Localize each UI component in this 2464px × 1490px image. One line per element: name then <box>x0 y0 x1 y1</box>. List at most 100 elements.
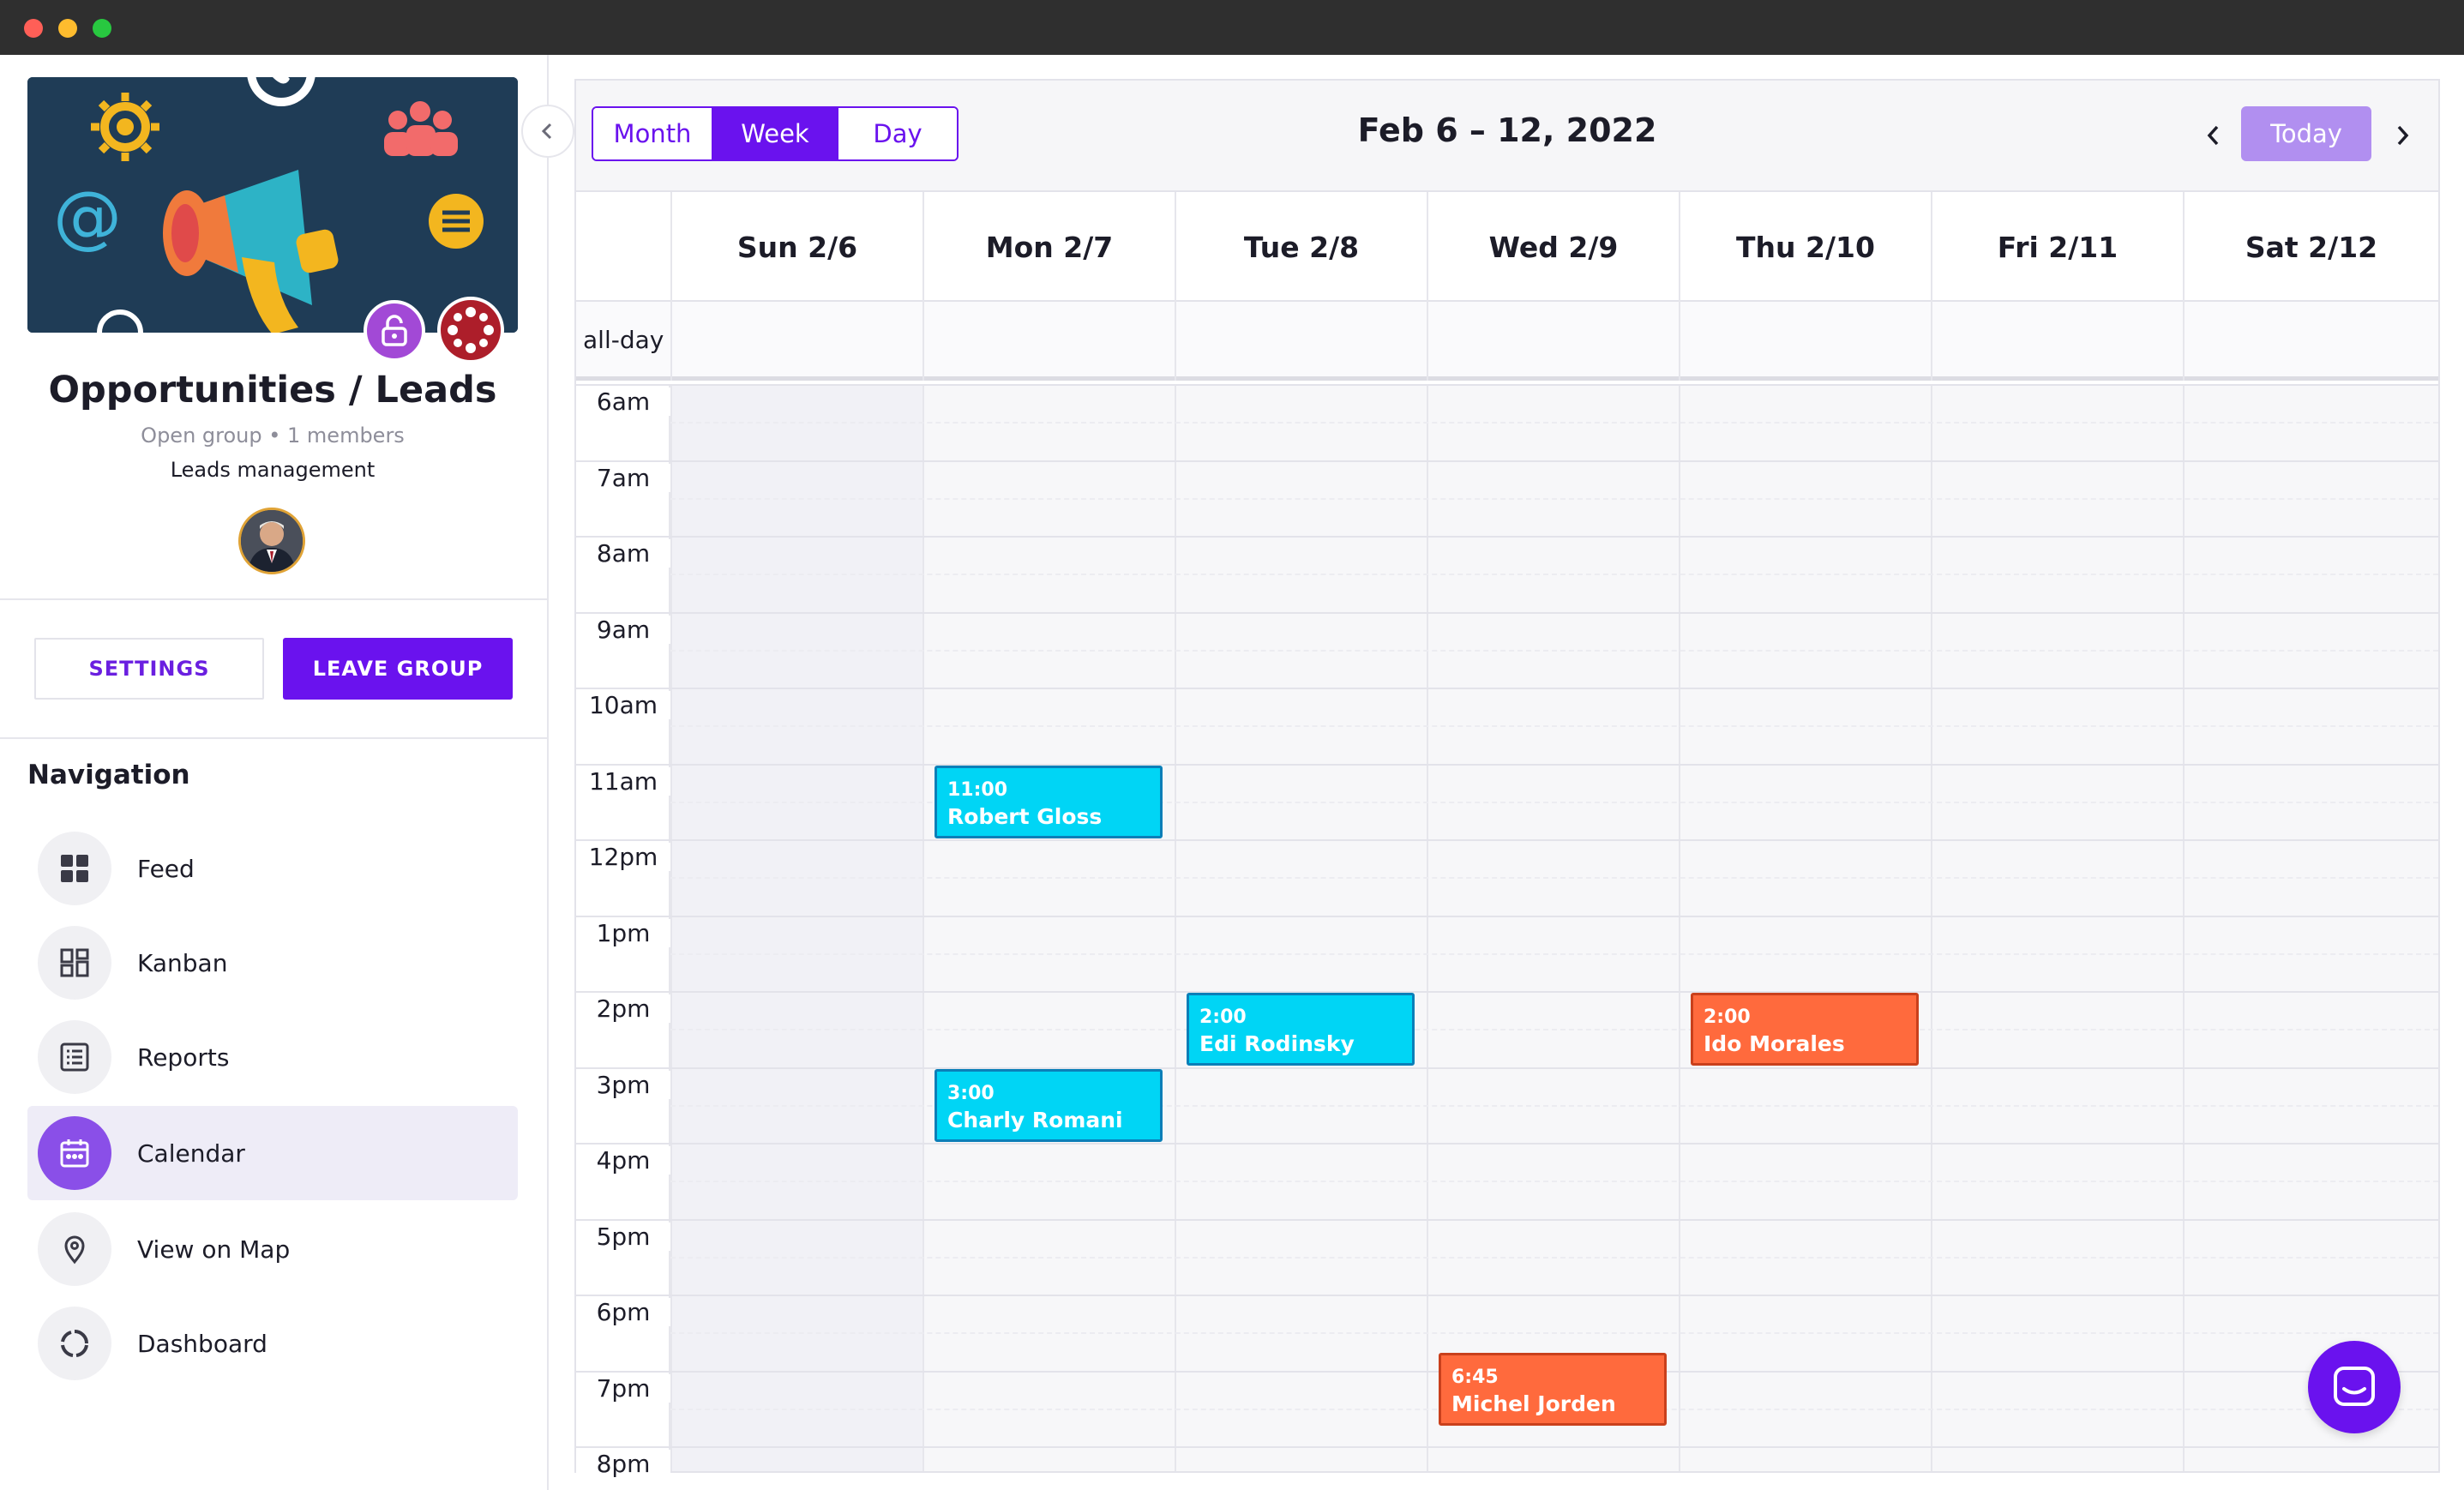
all-day-row[interactable]: all-day <box>576 302 2438 381</box>
time-slot-label: 2pm <box>576 994 670 1023</box>
time-slot-label: 9am <box>576 616 670 644</box>
hour-line <box>576 1143 2438 1145</box>
time-slot-label: 8am <box>576 539 670 568</box>
nav-item-label: Reports <box>137 1042 230 1072</box>
day-header-row: Sun 2/6 Mon 2/7 Tue 2/8 Wed 2/9 Thu 2/10… <box>576 192 2438 302</box>
nav-item-calendar[interactable]: Calendar <box>27 1106 518 1200</box>
chevron-right-icon <box>2397 125 2409 146</box>
calendar-event[interactable]: 2:00 Ido Morales <box>1691 993 1919 1066</box>
nav-item-label: Kanban <box>137 948 228 977</box>
time-slot-label: 7am <box>576 464 670 492</box>
calendar-event[interactable]: 2:00 Edi Rodinsky <box>1187 993 1415 1066</box>
half-hour-line <box>670 725 2438 727</box>
hour-line <box>576 1067 2438 1069</box>
half-hour-line <box>670 1029 2438 1030</box>
minimize-window-button[interactable] <box>58 19 77 38</box>
time-slot-label: 1pm <box>576 919 670 947</box>
chat-icon <box>2334 1367 2375 1406</box>
settings-button[interactable]: SETTINGS <box>34 638 264 700</box>
time-slot-label: 5pm <box>576 1223 670 1251</box>
day-header-wed[interactable]: Wed 2/9 <box>1427 192 1679 302</box>
leave-group-button[interactable]: LEAVE GROUP <box>283 638 513 700</box>
nav-item-label: View on Map <box>137 1235 291 1264</box>
time-slot-label: 10am <box>576 691 670 719</box>
svg-text:@: @ <box>53 177 122 256</box>
half-hour-line <box>670 574 2438 575</box>
member-avatar[interactable] <box>238 508 305 574</box>
nav-item-reports[interactable]: Reports <box>27 1010 518 1104</box>
organization-logo <box>437 297 504 363</box>
calendar-event[interactable]: 6:45 Michel Jorden <box>1439 1353 1667 1426</box>
sidebar-divider <box>0 737 547 739</box>
event-time: 6:45 <box>1451 1367 1499 1388</box>
group-description: Leads management <box>170 458 376 482</box>
time-slot-label: 11am <box>576 767 670 796</box>
hour-line <box>576 536 2438 538</box>
nav-item-kanban[interactable]: Kanban <box>27 916 518 1010</box>
event-time: 3:00 <box>947 1083 995 1104</box>
list-icon <box>38 1020 111 1094</box>
day-header-fri[interactable]: Fri 2/11 <box>1931 192 2183 302</box>
grid-icon <box>38 832 111 905</box>
half-hour-line <box>670 1332 2438 1334</box>
window-titlebar <box>0 0 2464 55</box>
day-column[interactable] <box>2183 384 2438 1471</box>
hour-line <box>576 1219 2438 1221</box>
calendar-event[interactable]: 11:00 Robert Gloss <box>935 766 1163 838</box>
nav-item-dashboard[interactable]: Dashboard <box>27 1296 518 1391</box>
hour-line <box>576 991 2438 993</box>
calendar-event[interactable]: 3:00 Charly Romani <box>935 1069 1163 1142</box>
calendar-icon <box>38 1116 111 1190</box>
day-column[interactable] <box>670 384 922 1471</box>
group-meta: Open group • 1 members <box>141 424 405 448</box>
time-slot-label: 4pm <box>576 1146 670 1175</box>
all-day-label: all-day <box>583 326 664 354</box>
half-hour-line <box>670 650 2438 652</box>
day-header-thu[interactable]: Thu 2/10 <box>1679 192 1931 302</box>
nav-item-feed[interactable]: Feed <box>27 821 518 916</box>
day-column[interactable] <box>1427 384 1679 1471</box>
day-header-sun[interactable]: Sun 2/6 <box>670 192 922 302</box>
hour-line <box>576 839 2438 841</box>
day-header-tue[interactable]: Tue 2/8 <box>1175 192 1427 302</box>
half-hour-line <box>670 1181 2438 1182</box>
event-time: 2:00 <box>1199 1006 1247 1028</box>
nav-item-label: Feed <box>137 854 195 883</box>
time-grid[interactable]: 6am 7am 8am 9am 10am 11am 12pm 1pm 2pm 3pm 4pm 5pm 6… <box>576 384 2438 1478</box>
event-time: 11:00 <box>947 779 1008 801</box>
hour-line <box>576 612 2438 614</box>
half-hour-line <box>670 1257 2438 1259</box>
time-slot-label: 6pm <box>576 1298 670 1326</box>
chevron-left-icon <box>541 123 552 140</box>
time-slot-label: 3pm <box>576 1071 670 1099</box>
donut-icon <box>38 1307 111 1380</box>
event-title: Edi Rodinsky <box>1199 1031 1355 1056</box>
half-hour-line <box>670 953 2438 955</box>
day-column[interactable] <box>922 384 1175 1471</box>
collapse-sidebar-button[interactable] <box>521 105 574 158</box>
group-sidebar: @ Opportunities / Leads Open group • 1 m… <box>0 55 549 1490</box>
open-lock-icon <box>364 300 425 362</box>
time-slot-label: 7pm <box>576 1374 670 1403</box>
half-hour-line <box>670 877 2438 879</box>
sidebar-divider <box>0 598 547 600</box>
day-column[interactable] <box>1679 384 1931 1471</box>
time-slot-label: 8pm <box>576 1450 670 1478</box>
day-header-sat[interactable]: Sat 2/12 <box>2183 192 2438 302</box>
nav-item-view-on-map[interactable]: View on Map <box>27 1202 518 1296</box>
chevron-left-icon <box>2207 125 2219 146</box>
hour-line <box>576 688 2438 689</box>
maximize-window-button[interactable] <box>93 19 111 38</box>
day-column[interactable] <box>1175 384 1427 1471</box>
chat-support-button[interactable] <box>2308 1341 2401 1433</box>
day-column[interactable] <box>1931 384 2183 1471</box>
day-header-mon[interactable]: Mon 2/7 <box>922 192 1175 302</box>
event-title: Robert Gloss <box>947 804 1103 829</box>
hour-line <box>576 916 2438 917</box>
close-window-button[interactable] <box>24 19 43 38</box>
next-week-button[interactable] <box>2377 110 2428 161</box>
previous-week-button[interactable] <box>2188 110 2239 161</box>
today-button[interactable]: Today <box>2241 106 2371 161</box>
kanban-icon <box>38 926 111 1000</box>
hour-line <box>576 460 2438 462</box>
